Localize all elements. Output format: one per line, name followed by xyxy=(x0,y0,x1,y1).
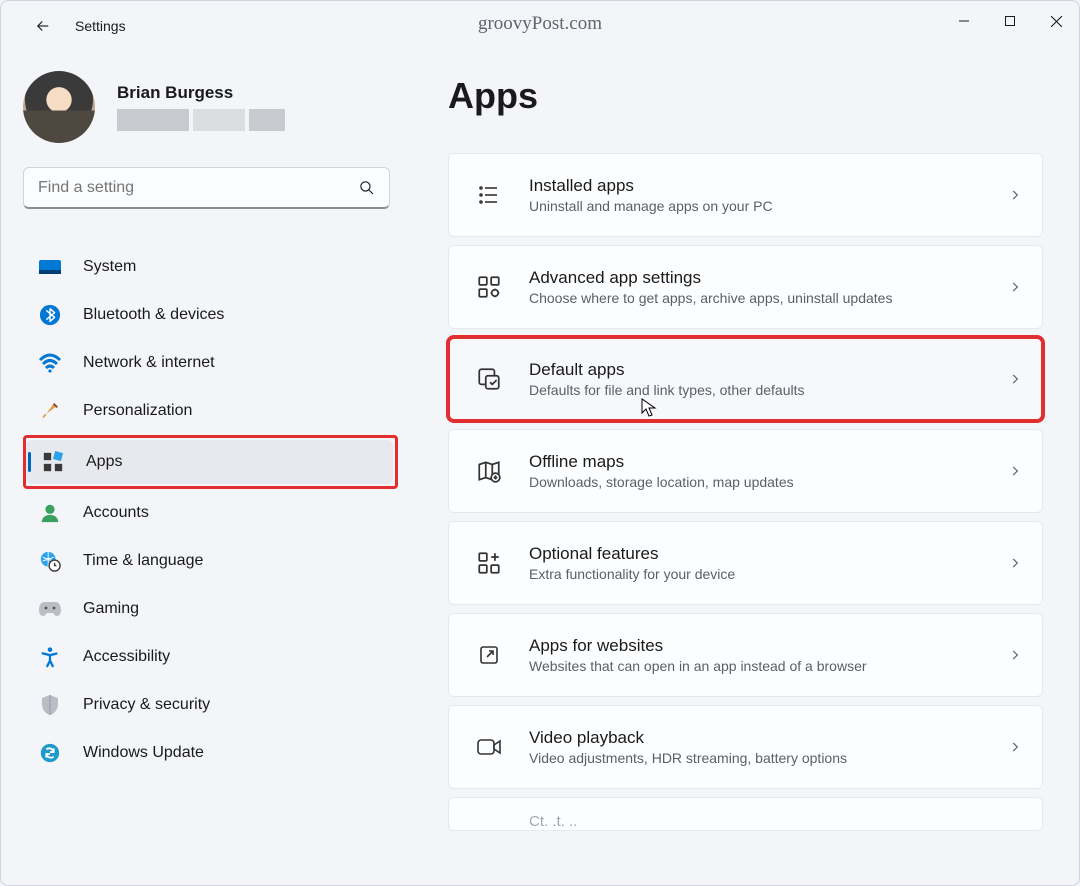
gamepad-icon xyxy=(35,594,65,624)
user-block[interactable]: Brian Burgess xyxy=(23,71,396,143)
card-title: Offline maps xyxy=(529,452,1008,472)
minimize-icon xyxy=(958,15,970,27)
paintbrush-icon xyxy=(35,396,65,426)
card-startup-cutoff[interactable]: Ct. .t. .. xyxy=(448,797,1043,831)
card-video-playback[interactable]: Video playback Video adjustments, HDR str… xyxy=(448,705,1043,789)
card-title: Ct. .t. .. xyxy=(529,813,1022,830)
nav-item-accessibility[interactable]: Accessibility xyxy=(23,635,396,679)
chevron-right-icon xyxy=(1008,464,1022,478)
card-title: Advanced app settings xyxy=(529,268,1008,288)
window-title: Settings xyxy=(75,18,126,34)
card-subtitle: Video adjustments, HDR streaming, batter… xyxy=(529,750,1008,766)
nav-label: Network & internet xyxy=(83,354,215,372)
nav-item-apps[interactable]: Apps xyxy=(26,440,393,484)
chevron-right-icon xyxy=(1008,280,1022,294)
nav-label: System xyxy=(83,258,136,276)
nav-label: Privacy & security xyxy=(83,696,210,714)
close-button[interactable] xyxy=(1033,1,1079,41)
open-external-icon xyxy=(471,637,507,673)
shield-icon xyxy=(35,690,65,720)
nav-item-system[interactable]: System xyxy=(23,245,396,289)
nav-item-bluetooth[interactable]: Bluetooth & devices xyxy=(23,293,396,337)
system-icon xyxy=(35,252,65,282)
nav-label: Gaming xyxy=(83,600,139,618)
sidebar: Brian Burgess System Bluetooth & devices… xyxy=(1,51,406,885)
maximize-icon xyxy=(1004,15,1016,27)
close-icon xyxy=(1050,15,1063,28)
nav-item-privacy[interactable]: Privacy & security xyxy=(23,683,396,727)
nav-label: Time & language xyxy=(83,552,203,570)
watermark-text: groovyPost.com xyxy=(478,13,602,35)
card-subtitle: Choose where to get apps, archive apps, … xyxy=(529,290,1008,306)
video-icon xyxy=(471,729,507,765)
globe-clock-icon xyxy=(35,546,65,576)
nav-label: Apps xyxy=(86,453,122,471)
nav-item-accounts[interactable]: Accounts xyxy=(23,491,396,535)
card-title: Video playback xyxy=(529,728,1008,748)
apps-icon xyxy=(38,447,68,477)
search-icon xyxy=(358,179,375,196)
nav-label: Windows Update xyxy=(83,744,204,762)
card-apps-for-websites[interactable]: Apps for websites Websites that can open … xyxy=(448,613,1043,697)
avatar xyxy=(23,71,95,143)
nav-item-network[interactable]: Network & internet xyxy=(23,341,396,385)
main-content: Apps Installed apps Uninstall and manage … xyxy=(406,51,1079,885)
chevron-right-icon xyxy=(1008,740,1022,754)
chevron-right-icon xyxy=(1008,188,1022,202)
minimize-button[interactable] xyxy=(941,1,987,41)
nav-list: System Bluetooth & devices Network & int… xyxy=(23,245,396,775)
card-offline-maps[interactable]: Offline maps Downloads, storage location,… xyxy=(448,429,1043,513)
nav-highlight-apps: Apps xyxy=(23,435,398,489)
person-icon xyxy=(35,498,65,528)
nav-label: Accounts xyxy=(83,504,149,522)
nav-item-personalization[interactable]: Personalization xyxy=(23,389,396,433)
chevron-right-icon xyxy=(1008,556,1022,570)
search-box[interactable] xyxy=(23,167,390,209)
card-subtitle: Defaults for file and link types, other … xyxy=(529,382,1008,398)
back-button[interactable] xyxy=(29,12,57,40)
wifi-icon xyxy=(35,348,65,378)
page-title: Apps xyxy=(448,75,1043,117)
maximize-button[interactable] xyxy=(987,1,1033,41)
card-subtitle: Extra functionality for your device xyxy=(529,566,1008,582)
chevron-right-icon xyxy=(1008,372,1022,386)
nav-item-time[interactable]: Time & language xyxy=(23,539,396,583)
arrow-left-icon xyxy=(34,17,52,35)
card-title: Default apps xyxy=(529,360,1008,380)
card-advanced-app-settings[interactable]: Advanced app settings Choose where to get… xyxy=(448,245,1043,329)
card-subtitle: Downloads, storage location, map updates xyxy=(529,474,1008,490)
card-default-apps[interactable]: Default apps Defaults for file and link t… xyxy=(448,337,1043,421)
window-controls xyxy=(941,1,1079,41)
apps-plus-icon xyxy=(471,545,507,581)
update-icon xyxy=(35,738,65,768)
card-installed-apps[interactable]: Installed apps Uninstall and manage apps … xyxy=(448,153,1043,237)
user-email-redacted xyxy=(117,109,285,131)
chevron-right-icon xyxy=(1008,648,1022,662)
apps-gear-icon xyxy=(471,269,507,305)
nav-label: Accessibility xyxy=(83,648,170,666)
map-download-icon xyxy=(471,453,507,489)
search-input[interactable] xyxy=(38,179,358,197)
card-title: Apps for websites xyxy=(529,636,1008,656)
user-name: Brian Burgess xyxy=(117,83,285,103)
bluetooth-icon xyxy=(35,300,65,330)
nav-item-update[interactable]: Windows Update xyxy=(23,731,396,775)
accessibility-icon xyxy=(35,642,65,672)
card-subtitle: Uninstall and manage apps on your PC xyxy=(529,198,1008,214)
card-title: Optional features xyxy=(529,544,1008,564)
nav-label: Bluetooth & devices xyxy=(83,306,224,324)
list-icon xyxy=(471,177,507,213)
card-optional-features[interactable]: Optional features Extra functionality for… xyxy=(448,521,1043,605)
card-title: Installed apps xyxy=(529,176,1008,196)
default-apps-icon xyxy=(471,361,507,397)
card-subtitle: Websites that can open in an app instead… xyxy=(529,658,1008,674)
nav-label: Personalization xyxy=(83,402,192,420)
nav-item-gaming[interactable]: Gaming xyxy=(23,587,396,631)
